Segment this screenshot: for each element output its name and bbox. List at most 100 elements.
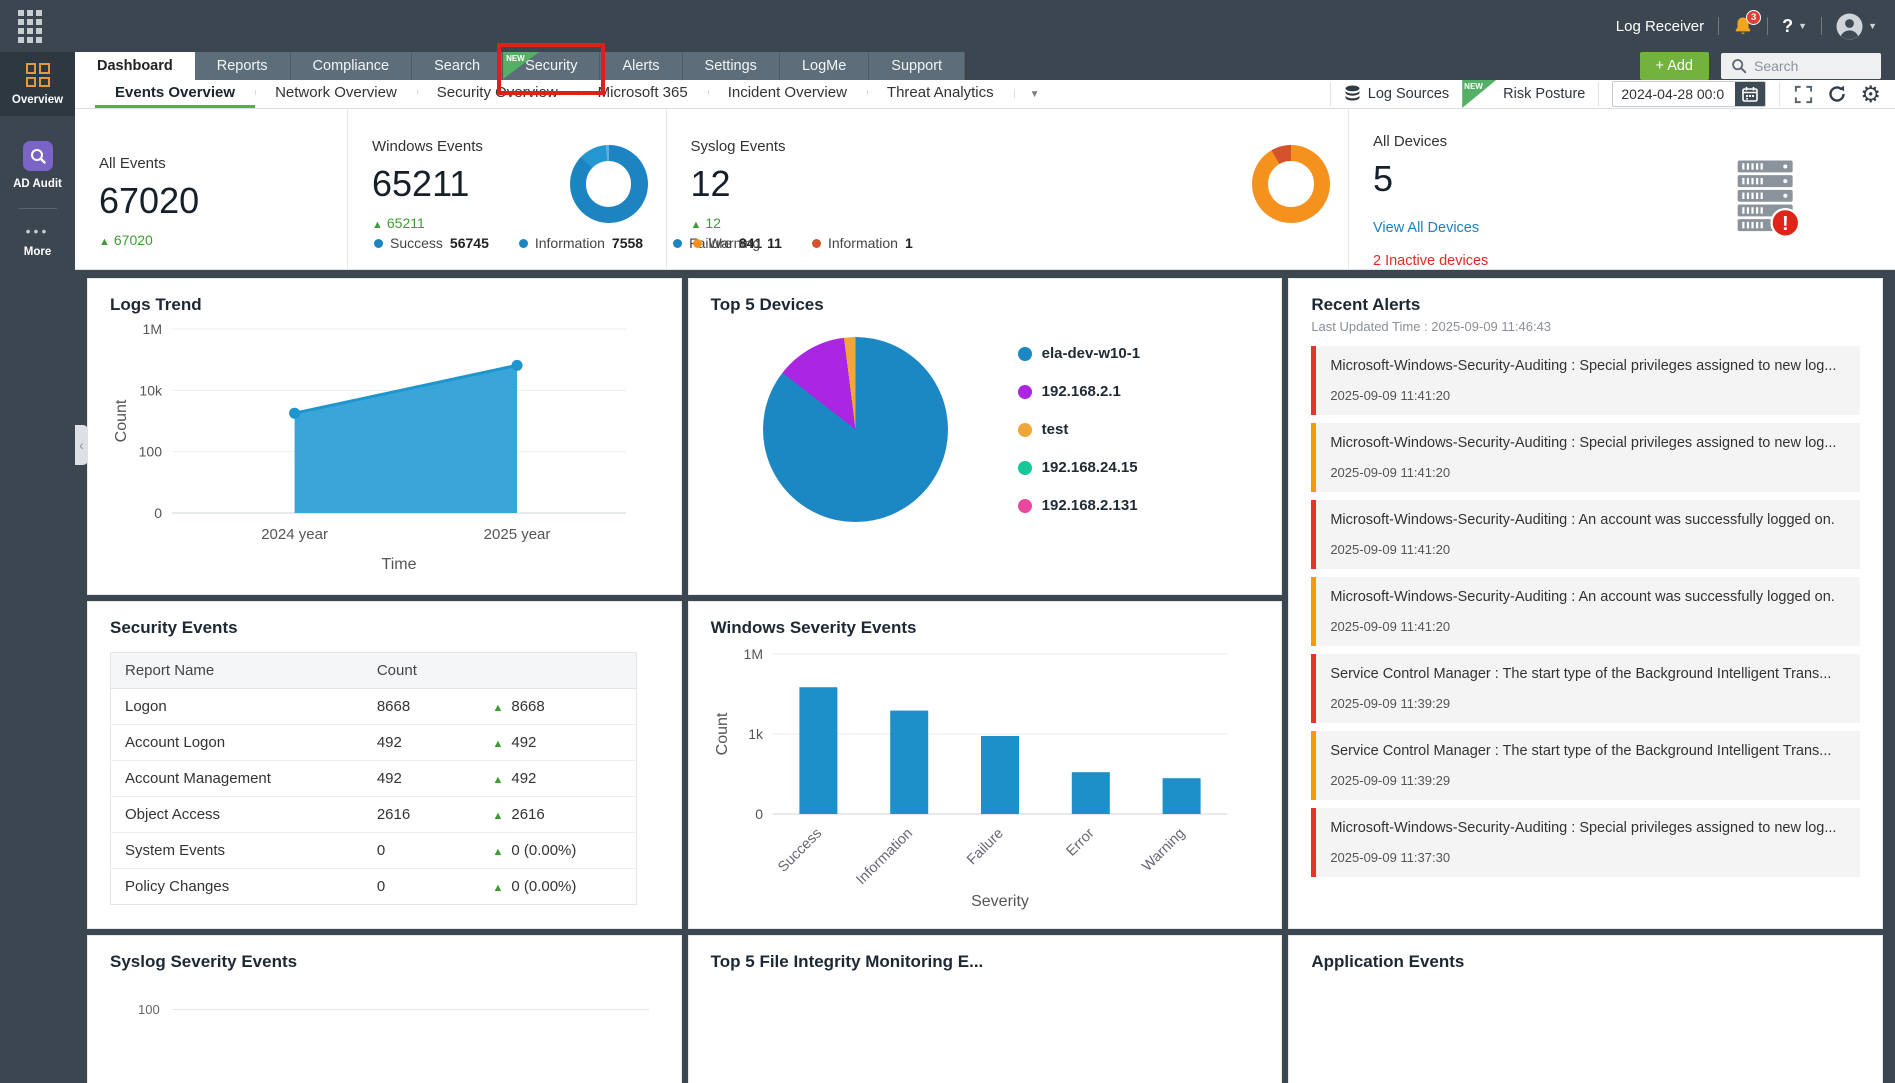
risk-posture-button[interactable]: NEW Risk Posture [1462, 80, 1585, 108]
app-grid-icon[interactable] [18, 10, 42, 43]
alert-item[interactable]: Service Control Manager : The start type… [1311, 654, 1860, 723]
report-name-cell[interactable]: Account Logon [111, 725, 363, 761]
add-button[interactable]: + Add [1640, 52, 1710, 80]
alert-item[interactable]: Microsoft-Windows-Security-Auditing : An… [1311, 577, 1860, 646]
column-header[interactable]: Report Name [111, 653, 363, 689]
nav-tab-support[interactable]: Support [869, 52, 965, 80]
notifications-bell-icon[interactable]: 3 [1733, 16, 1753, 37]
nav-tab-label: Reports [217, 58, 268, 74]
nav-tab-security[interactable]: NEWSecurity [503, 52, 600, 80]
legend-item-192-168-2-131[interactable]: 192.168.2.131 [1018, 497, 1140, 514]
panel-security-events: Security Events Report Name Count Logon8… [87, 601, 682, 929]
legend-value: 1 [905, 235, 913, 251]
subnav-tab-events-overview[interactable]: Events Overview [95, 80, 255, 108]
subnav-tab-incident-overview[interactable]: Incident Overview [708, 80, 867, 108]
alert-timestamp: 2025-09-09 11:39:29 [1330, 696, 1846, 711]
syslog-events-donut-chart [1252, 145, 1330, 223]
report-name-cell[interactable]: Logon [111, 689, 363, 725]
inactive-devices-link[interactable]: 2 Inactive devices [1373, 253, 1488, 269]
alert-item[interactable]: Microsoft-Windows-Security-Auditing : Sp… [1311, 346, 1860, 415]
sidebar-item-overview[interactable]: Overview [0, 52, 75, 116]
more-dashboards-dropdown[interactable]: ▼ [1014, 80, 1056, 108]
search-input[interactable] [1754, 58, 1864, 74]
count-cell: 0 [363, 869, 479, 905]
help-icon: ? [1782, 16, 1793, 37]
view-all-devices-link[interactable]: View All Devices [1373, 220, 1479, 236]
subnav-tab-microsoft-365[interactable]: Microsoft 365 [578, 80, 708, 108]
nav-tab-settings[interactable]: Settings [683, 52, 780, 80]
legend-item-192-168-2-1[interactable]: 192.168.2.1 [1018, 383, 1140, 400]
alert-item[interactable]: Service Control Manager : The start type… [1311, 731, 1860, 800]
report-name-cell[interactable]: Account Management [111, 761, 363, 797]
legend-dot-icon [374, 239, 383, 248]
nav-tab-alerts[interactable]: Alerts [600, 52, 682, 80]
up-arrow-icon: ▲ [492, 846, 503, 858]
legend-item-success[interactable]: Success56745 [374, 235, 489, 251]
table-row[interactable]: Logon8668▲8668 [111, 689, 637, 725]
stat-delta: ▲67020 [99, 232, 199, 248]
legend-item-ela-dev-w10-1[interactable]: ela-dev-w10-1 [1018, 345, 1140, 362]
alert-item[interactable]: Microsoft-Windows-Security-Auditing : Sp… [1311, 423, 1860, 492]
nav-tab-reports[interactable]: Reports [195, 52, 291, 80]
nav-tab-label: Alerts [622, 58, 659, 74]
dashboard-subnav: Events OverviewNetwork OverviewSecurity … [75, 80, 1895, 109]
settings-button[interactable]: ⚙ [1860, 83, 1881, 106]
subnav-tab-security-overview[interactable]: Security Overview [417, 80, 578, 108]
svg-text:Severity: Severity [971, 893, 1029, 910]
legend-item-information[interactable]: Information7558 [519, 235, 643, 251]
sidebar-item-more[interactable]: ••• More [0, 223, 75, 268]
alert-item[interactable]: Microsoft-Windows-Security-Auditing : Sp… [1311, 808, 1860, 877]
search-icon [1731, 58, 1747, 74]
stat-title: Windows Events [372, 138, 483, 155]
count-cell: 8668 [363, 689, 479, 725]
up-arrow-icon: ▲ [492, 738, 503, 750]
divider [1779, 82, 1780, 106]
nav-tab-search[interactable]: Search [412, 52, 503, 80]
fullscreen-button[interactable] [1793, 84, 1814, 105]
divider [1821, 17, 1822, 35]
ad-audit-icon [23, 141, 53, 171]
nav-tab-compliance[interactable]: Compliance [291, 52, 413, 80]
sidebar-collapse-handle[interactable]: ‹ [75, 425, 88, 465]
legend-item-information[interactable]: Information1 [812, 235, 913, 251]
database-icon [1344, 85, 1361, 104]
more-dots-icon: ••• [26, 223, 50, 239]
svg-text:1k: 1k [748, 726, 764, 742]
subnav-tab-threat-analytics[interactable]: Threat Analytics [867, 80, 1014, 108]
nav-tab-logme[interactable]: LogMe [780, 52, 869, 80]
subnav-tab-network-overview[interactable]: Network Overview [255, 80, 417, 108]
table-row[interactable]: Account Logon492▲492 [111, 725, 637, 761]
stat-syslog-events[interactable]: Syslog Events 12 ▲12 Warning11Informatio… [667, 109, 1350, 269]
global-search[interactable] [1721, 53, 1881, 79]
logs-trend-chart: 1M10k10002024 year2025 yearTimeCount [110, 315, 659, 592]
legend-item-192-168-24-15[interactable]: 192.168.24.15 [1018, 459, 1140, 476]
nav-tab-dashboard[interactable]: Dashboard [75, 52, 195, 80]
table-row[interactable]: Object Access2616▲2616 [111, 797, 637, 833]
expand-icon [1793, 84, 1814, 105]
up-arrow-icon: ▲ [99, 236, 110, 248]
help-menu[interactable]: ? ▼ [1782, 16, 1807, 37]
report-name-cell[interactable]: Object Access [111, 797, 363, 833]
stat-windows-events[interactable]: Windows Events 65211 ▲65211 Success56745… [348, 109, 667, 269]
log-sources-button[interactable]: Log Sources [1344, 85, 1449, 104]
sidebar-item-ad-audit[interactable]: AD Audit [0, 130, 75, 200]
legend-item-test[interactable]: test [1018, 421, 1140, 438]
alert-timestamp: 2025-09-09 11:41:20 [1330, 542, 1846, 557]
table-row[interactable]: Policy Changes0▲0 (0.00%) [111, 869, 637, 905]
report-name-cell[interactable]: System Events [111, 833, 363, 869]
alert-item[interactable]: Microsoft-Windows-Security-Auditing : An… [1311, 500, 1860, 569]
refresh-button[interactable] [1827, 84, 1847, 104]
stat-all-events[interactable]: All Events 67020 ▲67020 [75, 109, 348, 269]
svg-text:10k: 10k [139, 382, 163, 398]
legend-item-warning[interactable]: Warning11 [693, 235, 782, 251]
date-range-picker[interactable]: 2024-04-28 00:0 [1612, 81, 1766, 107]
sidebar-item-label: AD Audit [13, 178, 62, 190]
legend-label: test [1042, 421, 1069, 438]
column-header[interactable]: Count [363, 653, 636, 689]
calendar-icon[interactable] [1735, 82, 1765, 106]
report-name-cell[interactable]: Policy Changes [111, 869, 363, 905]
user-avatar[interactable]: ▼ [1836, 13, 1877, 40]
table-row[interactable]: Account Management492▲492 [111, 761, 637, 797]
legend-dot-icon [1018, 461, 1032, 475]
table-row[interactable]: System Events0▲0 (0.00%) [111, 833, 637, 869]
